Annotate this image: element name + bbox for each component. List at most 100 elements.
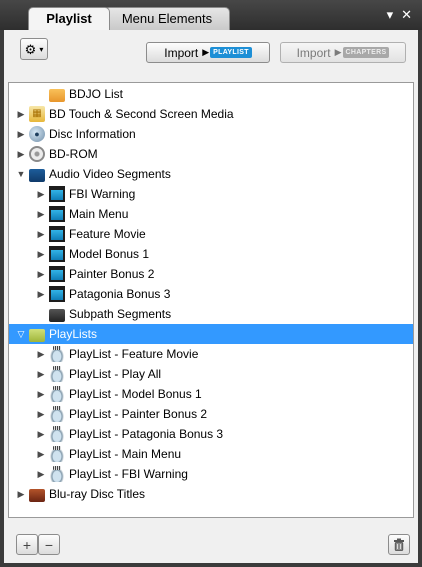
av-segment-icon — [49, 226, 65, 242]
tree-expander[interactable]: ▶ — [15, 129, 27, 140]
import-arrow-icon: ▶ — [202, 47, 210, 57]
tree-expander[interactable]: ▶ — [35, 249, 47, 260]
tree-item-playlist-play-all[interactable]: ▶ PlayList - Play All — [9, 364, 413, 384]
import-playlist-button[interactable]: Import ▶ PLAYLIST — [146, 42, 270, 63]
tree-item-label: Painter Bonus 2 — [69, 267, 155, 281]
tree-item-main-menu[interactable]: ▶ Main Menu — [9, 204, 413, 224]
settings-menu-button[interactable]: ⚙ ▾ — [20, 38, 48, 60]
tree-expander[interactable]: ▶ — [35, 289, 47, 300]
tree-item-label: PlayList - FBI Warning — [69, 467, 188, 481]
tree-item-playlist-feature-movie[interactable]: ▶ PlayList - Feature Movie — [9, 344, 413, 364]
tree-item-label: Patagonia Bonus 3 — [69, 287, 171, 301]
tree-item-label: PlayList - Patagonia Bonus 3 — [69, 427, 224, 441]
tree-item-label: PlayLists — [49, 327, 98, 341]
av-segment-icon — [49, 286, 65, 302]
playlist-icon — [49, 406, 65, 422]
tree-item-fbi-warning[interactable]: ▶ FBI Warning — [9, 184, 413, 204]
tree-item-label: PlayList - Play All — [69, 367, 162, 381]
tree-item-subpath-segments[interactable]: Subpath Segments — [9, 304, 413, 324]
tree-item-label: BD Touch & Second Screen Media — [49, 107, 234, 121]
tree-item-patagonia-bonus-3[interactable]: ▶ Patagonia Bonus 3 — [9, 284, 413, 304]
tree-expander[interactable]: ▶ — [35, 369, 47, 380]
bd-rom-disc-icon — [29, 146, 45, 162]
tree-item-label: BDJO List — [69, 87, 124, 101]
tree-expander[interactable]: ▶ — [35, 189, 47, 200]
import-chapters-button[interactable]: Import ▶ CHAPTERS — [280, 42, 406, 63]
tree-item-playlist-main-menu[interactable]: ▶ PlayList - Main Menu — [9, 444, 413, 464]
tree-expander[interactable]: ▶ — [35, 409, 47, 420]
tree-expander[interactable]: ▶ — [35, 209, 47, 220]
tree-item-model-bonus-1[interactable]: ▶ Model Bonus 1 — [9, 244, 413, 264]
tree-item-label: PlayList - Model Bonus 1 — [69, 387, 202, 401]
playlist-icon — [49, 466, 65, 482]
tree-item-playlist-patagonia-bonus-3[interactable]: ▶ PlayList - Patagonia Bonus 3 — [9, 424, 413, 444]
playlist-panel: Menu Elements Playlist ▾ ✕ ⚙ ▾ Import ▶ … — [0, 0, 422, 567]
playlist-icon — [49, 366, 65, 382]
tree-expander[interactable]: ▶ — [35, 229, 47, 240]
chapters-badge: CHAPTERS — [342, 47, 390, 58]
tree-expander[interactable]: ▶ — [35, 389, 47, 400]
tab-bar: Menu Elements Playlist ▾ ✕ — [0, 0, 422, 30]
tree-item-label: BD-ROM — [49, 147, 98, 161]
window-controls: ▾ ✕ — [387, 8, 412, 22]
tree-item-feature-movie[interactable]: ▶ Feature Movie — [9, 224, 413, 244]
chevron-down-icon: ▾ — [39, 44, 44, 54]
add-button[interactable]: + — [16, 534, 38, 555]
tree-item-disc-information[interactable]: ▶ ● Disc Information — [9, 124, 413, 144]
tree-item-label: Disc Information — [49, 127, 136, 141]
tree-expander[interactable]: ▶ — [15, 109, 27, 120]
tree-expander[interactable]: ▶ — [15, 149, 27, 160]
playlist-icon — [49, 386, 65, 402]
tree-expander[interactable]: ▶ — [15, 489, 27, 500]
disc-info-icon: ● — [29, 126, 45, 142]
folder-orange-icon — [49, 88, 65, 102]
tree-item-label: PlayList - Feature Movie — [69, 347, 199, 361]
tree-expander[interactable]: ▶ — [35, 469, 47, 480]
tree-item-bd-touch[interactable]: ▶ ▦ BD Touch & Second Screen Media — [9, 104, 413, 124]
tree-expander[interactable]: ▶ — [35, 349, 47, 360]
folder-blue-icon — [29, 168, 45, 182]
av-segment-icon — [49, 246, 65, 262]
tree-item-bdjo-list[interactable]: BDJO List — [9, 84, 413, 104]
panel-menu-dropdown-icon[interactable]: ▾ — [387, 8, 394, 22]
tree-expander[interactable]: ▶ — [35, 269, 47, 280]
panel-footer: + − — [4, 530, 418, 563]
tree-expander[interactable]: ▽ — [15, 329, 27, 340]
remove-button[interactable]: − — [38, 534, 60, 555]
tree-item-label: FBI Warning — [69, 187, 136, 201]
tab-playlist[interactable]: Playlist — [28, 7, 110, 30]
folder-brown-icon — [29, 488, 45, 502]
toolbar: ⚙ ▾ Import ▶ PLAYLIST Import ▶ CHAPTERS — [4, 30, 418, 82]
delete-button[interactable] — [388, 534, 410, 555]
gear-icon: ⚙ — [24, 41, 37, 57]
plus-icon: + — [22, 536, 32, 553]
tree-item-label: PlayList - Painter Bonus 2 — [69, 407, 208, 421]
tree-item-blu-ray-disc-titles[interactable]: ▶ Blu-ray Disc Titles — [9, 484, 413, 504]
tree-item-playlist-painter-bonus-2[interactable]: ▶ PlayList - Painter Bonus 2 — [9, 404, 413, 424]
import-chapters-label: Import — [296, 45, 331, 60]
tree-item-playlists[interactable]: ▽ PlayLists — [9, 324, 413, 344]
tree-item-label: Feature Movie — [69, 227, 146, 241]
project-tree: BDJO List ▶ ▦ BD Touch & Second Screen M… — [8, 82, 414, 518]
touch-media-icon: ▦ — [29, 106, 45, 122]
tree-expander[interactable]: ▶ — [35, 429, 47, 440]
playlist-badge: PLAYLIST — [210, 47, 252, 58]
import-arrow-icon: ▶ — [334, 47, 342, 57]
tree-item-label: Main Menu — [69, 207, 129, 221]
tree-expander[interactable]: ▶ — [35, 449, 47, 460]
tree-item-label: PlayList - Main Menu — [69, 447, 182, 461]
tab-menu-elements[interactable]: Menu Elements — [104, 7, 230, 30]
tree-item-playlist-fbi-warning[interactable]: ▶ PlayList - FBI Warning — [9, 464, 413, 484]
tree-expander[interactable]: ▼ — [15, 169, 27, 179]
tree-item-bd-rom[interactable]: ▶ BD-ROM — [9, 144, 413, 164]
tree-item-label: Model Bonus 1 — [69, 247, 150, 261]
tree-item-label: Audio Video Segments — [49, 167, 171, 181]
import-playlist-label: Import — [164, 45, 199, 60]
trash-icon — [394, 538, 404, 551]
tree-item-playlist-model-bonus-1[interactable]: ▶ PlayList - Model Bonus 1 — [9, 384, 413, 404]
tree-item-audio-video-segments[interactable]: ▼ Audio Video Segments — [9, 164, 413, 184]
tree-item-painter-bonus-2[interactable]: ▶ Painter Bonus 2 — [9, 264, 413, 284]
close-icon[interactable]: ✕ — [401, 8, 412, 22]
tree-item-label: Subpath Segments — [69, 307, 172, 321]
av-segment-icon — [49, 186, 65, 202]
